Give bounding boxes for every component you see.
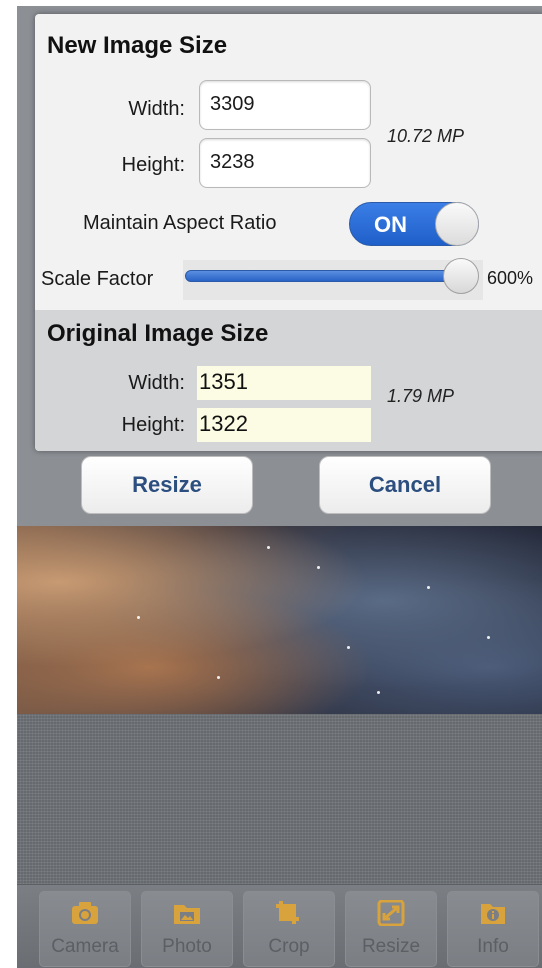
toolbar-label: Photo: [162, 936, 212, 957]
crop-icon: [276, 901, 299, 924]
scale-slider[interactable]: [185, 270, 463, 282]
cancel-button[interactable]: Cancel: [319, 456, 491, 514]
toolbar-label: Info: [477, 936, 509, 957]
resize-dialog: New Image Size Width: 3309 Height: 3238 …: [35, 14, 542, 451]
original-image-size-title: Original Image Size: [47, 320, 269, 347]
original-width-value: 1351: [197, 366, 371, 400]
aspect-ratio-toggle[interactable]: ON: [349, 202, 479, 246]
original-megapixels: 1.79 MP: [387, 386, 455, 406]
toolbar-camera[interactable]: Camera: [39, 891, 131, 967]
background-linen: [17, 714, 542, 884]
new-width-label: Width:: [128, 98, 185, 120]
toolbar-resize[interactable]: Resize: [345, 891, 437, 967]
toggle-knob: [435, 202, 479, 246]
aspect-ratio-label: Maintain Aspect Ratio: [83, 212, 277, 234]
camera-icon: [72, 902, 98, 924]
toolbar-label: Crop: [268, 936, 310, 957]
original-size-section: Original Image Size Width: 1351 Height: …: [35, 310, 542, 451]
photo-folder-icon: [174, 905, 200, 924]
original-width-label: Width:: [128, 372, 185, 394]
toolbar-label: Camera: [51, 936, 119, 957]
toolbar-label: Resize: [361, 936, 421, 957]
toggle-on-label: ON: [374, 212, 407, 237]
new-height-label: Height:: [121, 154, 185, 176]
toolbar-photo[interactable]: Photo: [141, 891, 233, 967]
toolbar-crop[interactable]: Crop: [243, 891, 335, 967]
resize-button[interactable]: Resize: [81, 456, 253, 514]
new-height-input[interactable]: 3238: [199, 138, 371, 188]
galaxy-photo: [17, 526, 542, 714]
app-screen: New Image Size Width: 3309 Height: 3238 …: [17, 6, 542, 968]
bottom-toolbar: Camera Photo Crop Resize Info: [17, 884, 542, 968]
resize-icon: [377, 900, 405, 926]
toolbar-info[interactable]: Info: [447, 891, 539, 967]
new-width-input[interactable]: 3309: [199, 80, 371, 130]
scale-slider-thumb[interactable]: [443, 258, 479, 294]
info-icon: [481, 904, 505, 924]
original-height-label: Height:: [121, 414, 185, 436]
new-megapixels: 10.72 MP: [387, 126, 465, 146]
original-height-value: 1322: [197, 408, 371, 442]
scale-value: 600%: [487, 268, 534, 288]
new-image-size-title: New Image Size: [47, 32, 228, 59]
scale-factor-label: Scale Factor: [41, 268, 154, 290]
